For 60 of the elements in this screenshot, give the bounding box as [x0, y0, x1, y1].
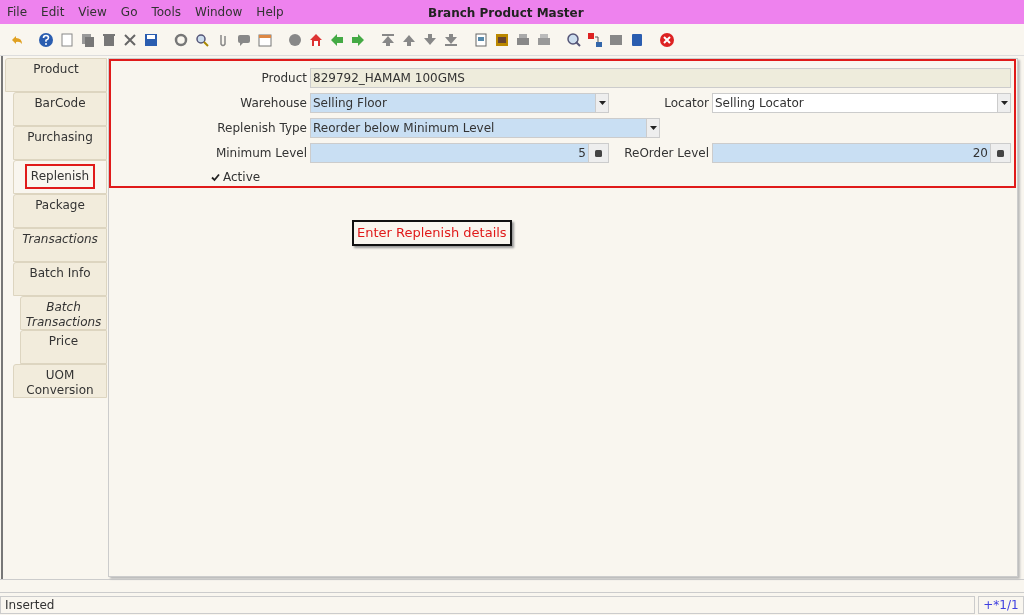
menu-item[interactable]: Go: [120, 3, 138, 21]
record-indicator: +*1/1: [978, 596, 1024, 614]
field-label: Locator: [663, 95, 710, 112]
checkbox[interactable]: [210, 172, 220, 182]
dropdown[interactable]: Selling Locator: [712, 93, 1011, 113]
menu-item[interactable]: File: [7, 3, 28, 21]
tab[interactable]: Replenish: [13, 160, 107, 194]
archive-icon[interactable]: [494, 31, 510, 48]
transfer-icon[interactable]: [587, 31, 603, 48]
last-record-icon[interactable]: [443, 31, 459, 48]
trash-icon[interactable]: [101, 31, 117, 48]
caret-icon: [649, 126, 657, 130]
menu-item[interactable]: Window: [195, 3, 243, 21]
tab[interactable]: Price: [20, 330, 107, 364]
tab[interactable]: Transactions: [13, 228, 107, 262]
save-icon[interactable]: [143, 31, 159, 48]
calculator-icon: [595, 149, 602, 157]
home-icon[interactable]: [308, 31, 324, 48]
search-icon[interactable]: [194, 31, 210, 48]
dropdown[interactable]: Selling Floor: [310, 93, 609, 113]
field-label: Warehouse: [239, 95, 308, 112]
field-label: Replenish Type: [216, 120, 308, 137]
number-field[interactable]: 20: [712, 143, 1011, 163]
field-label: Product: [260, 70, 308, 87]
caret-icon: [1000, 101, 1008, 105]
close-icon[interactable]: [659, 31, 675, 48]
menu-item[interactable]: View: [78, 3, 107, 21]
callout-note: Enter Replenish details: [352, 220, 512, 246]
printer-icon[interactable]: [536, 31, 552, 48]
new-document-icon[interactable]: [59, 31, 75, 48]
calendar-icon[interactable]: [257, 31, 273, 48]
tab[interactable]: Batch Transactions: [20, 296, 107, 330]
calculator-icon: [997, 149, 1004, 157]
printer-icon[interactable]: [515, 31, 531, 48]
field-label: Minimum Level: [214, 145, 308, 162]
caret-icon: [598, 101, 606, 105]
text-field[interactable]: 829792_HAMAM 100GMS: [310, 68, 1011, 88]
menu-item[interactable]: Edit: [41, 3, 65, 21]
window-title: Branch Product Master: [428, 5, 584, 22]
scroll-bar[interactable]: [0, 579, 1024, 593]
dropdown[interactable]: Reorder below Minimum Level: [310, 118, 660, 138]
forward-arrow-icon[interactable]: [350, 31, 366, 48]
menu-item[interactable]: Help: [256, 3, 284, 21]
tab[interactable]: UOM Conversion: [13, 364, 107, 398]
report-icon[interactable]: [473, 31, 489, 48]
first-record-icon[interactable]: [380, 31, 396, 48]
tab[interactable]: Package: [13, 194, 107, 228]
status-message: Inserted: [0, 596, 975, 614]
menu-item[interactable]: Tools: [151, 3, 182, 21]
number-field[interactable]: 5: [310, 143, 609, 163]
copy-icon[interactable]: [80, 31, 96, 48]
tab[interactable]: BarCode: [13, 92, 107, 126]
zoom-icon[interactable]: [566, 31, 582, 48]
tab[interactable]: Product: [5, 58, 107, 92]
circle-icon[interactable]: [287, 31, 303, 48]
help-icon[interactable]: [38, 31, 54, 48]
tab[interactable]: Batch Info: [13, 262, 107, 296]
tab[interactable]: Purchasing: [13, 126, 107, 160]
checkbox-label: Active: [223, 169, 261, 186]
field-label: ReOrder Level: [623, 145, 710, 162]
